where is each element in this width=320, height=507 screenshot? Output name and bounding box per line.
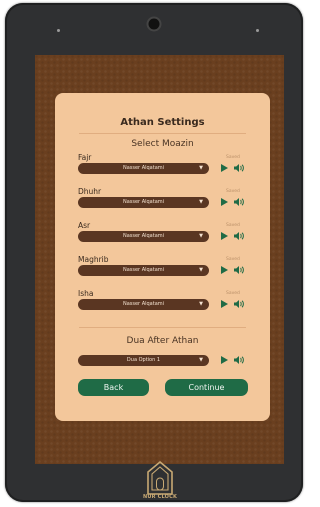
speaker-icon[interactable] xyxy=(233,230,245,242)
speaker-icon[interactable] xyxy=(233,196,245,208)
select-value: Dua Option 1 xyxy=(126,357,161,363)
play-icon[interactable] xyxy=(221,198,228,206)
page-title: Athan Settings xyxy=(120,117,205,128)
select-value: Nasser Alqatami xyxy=(122,233,165,239)
continue-button[interactable]: Continue xyxy=(165,379,248,396)
moazin-select-dhuhr[interactable]: Nasser Alqatami ▼ xyxy=(78,197,209,208)
prayer-label: Asr xyxy=(78,221,91,230)
select-value: Nasser Alqatami xyxy=(122,301,165,307)
play-icon[interactable] xyxy=(221,266,228,274)
prayer-row-fajr: Fajr Saved Nasser Alqatami ▼ xyxy=(78,153,248,183)
play-icon[interactable] xyxy=(221,164,228,172)
moazin-select-fajr[interactable]: Nasser Alqatami ▼ xyxy=(78,163,209,174)
prayer-label: Isha xyxy=(78,289,94,298)
prayer-row-isha: Isha Saved Nasser Alqatami ▼ xyxy=(78,289,248,319)
prayer-label: Maghrib xyxy=(78,255,109,264)
chevron-down-icon: ▼ xyxy=(199,165,203,171)
tablet-frame: Athan Settings Select Moazin Fajr Saved … xyxy=(5,3,303,502)
prayer-row-maghrib: Maghrib Saved Nasser Alqatami ▼ xyxy=(78,255,248,285)
prayer-row-asr: Asr Saved Nasser Alqatami ▼ xyxy=(78,221,248,251)
select-value: Nasser Alqatami xyxy=(122,267,165,273)
play-icon[interactable] xyxy=(221,300,228,308)
prayer-label: Fajr xyxy=(78,153,92,162)
brand-name: NUR CLOCK xyxy=(142,494,178,500)
sensor-dot-left xyxy=(57,29,60,32)
title-divider xyxy=(79,133,246,134)
speaker-icon[interactable] xyxy=(233,264,245,276)
prayer-row-dhuhr: Dhuhr Saved Nasser Alqatami ▼ xyxy=(78,187,248,217)
camera-icon xyxy=(148,18,160,30)
nur-clock-logo-icon xyxy=(147,460,173,495)
back-button[interactable]: Back xyxy=(78,379,149,396)
prayer-label: Dhuhr xyxy=(78,187,102,196)
select-value: Nasser Alqatami xyxy=(122,165,165,171)
moazin-select-asr[interactable]: Nasser Alqatami ▼ xyxy=(78,231,209,242)
chevron-down-icon: ▼ xyxy=(199,233,203,239)
speaker-icon[interactable] xyxy=(233,162,245,174)
moazin-select-isha[interactable]: Nasser Alqatami ▼ xyxy=(78,299,209,310)
dua-divider xyxy=(79,327,246,328)
moazin-select-maghrib[interactable]: Nasser Alqatami ▼ xyxy=(78,265,209,276)
chevron-down-icon: ▼ xyxy=(199,301,203,307)
saved-status: Saved xyxy=(226,155,240,160)
speaker-icon[interactable] xyxy=(233,354,245,366)
saved-status: Saved xyxy=(226,257,240,262)
speaker-icon[interactable] xyxy=(233,298,245,310)
select-value: Nasser Alqatami xyxy=(122,199,165,205)
dua-row: Dua Option 1 ▼ xyxy=(78,345,248,375)
dua-select[interactable]: Dua Option 1 ▼ xyxy=(78,355,209,366)
chevron-down-icon: ▼ xyxy=(199,267,203,273)
saved-status: Saved xyxy=(226,189,240,194)
saved-status: Saved xyxy=(226,223,240,228)
chevron-down-icon: ▼ xyxy=(199,199,203,205)
select-moazin-heading: Select Moazin xyxy=(131,139,194,149)
athan-settings-card: Athan Settings Select Moazin Fajr Saved … xyxy=(55,93,270,421)
sensor-dot-right xyxy=(256,29,259,32)
play-icon[interactable] xyxy=(221,356,228,364)
saved-status: Saved xyxy=(226,291,240,296)
screen-background: Athan Settings Select Moazin Fajr Saved … xyxy=(35,55,284,464)
chevron-down-icon: ▼ xyxy=(199,357,203,363)
play-icon[interactable] xyxy=(221,232,228,240)
